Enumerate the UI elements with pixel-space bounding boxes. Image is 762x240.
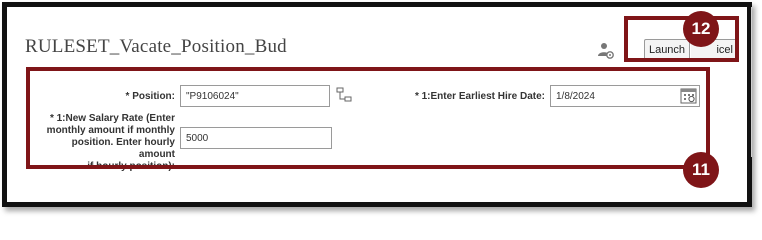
divider (751, 7, 752, 157)
callout-badge-launch: 12 (683, 11, 719, 47)
page-title: RULESET_Vacate_Position_Bud (25, 36, 287, 57)
callout-badge-form: 11 (683, 152, 719, 188)
form-highlight-box (26, 67, 710, 169)
launch-highlight-box (624, 16, 739, 62)
user-gear-icon[interactable] (598, 42, 614, 60)
